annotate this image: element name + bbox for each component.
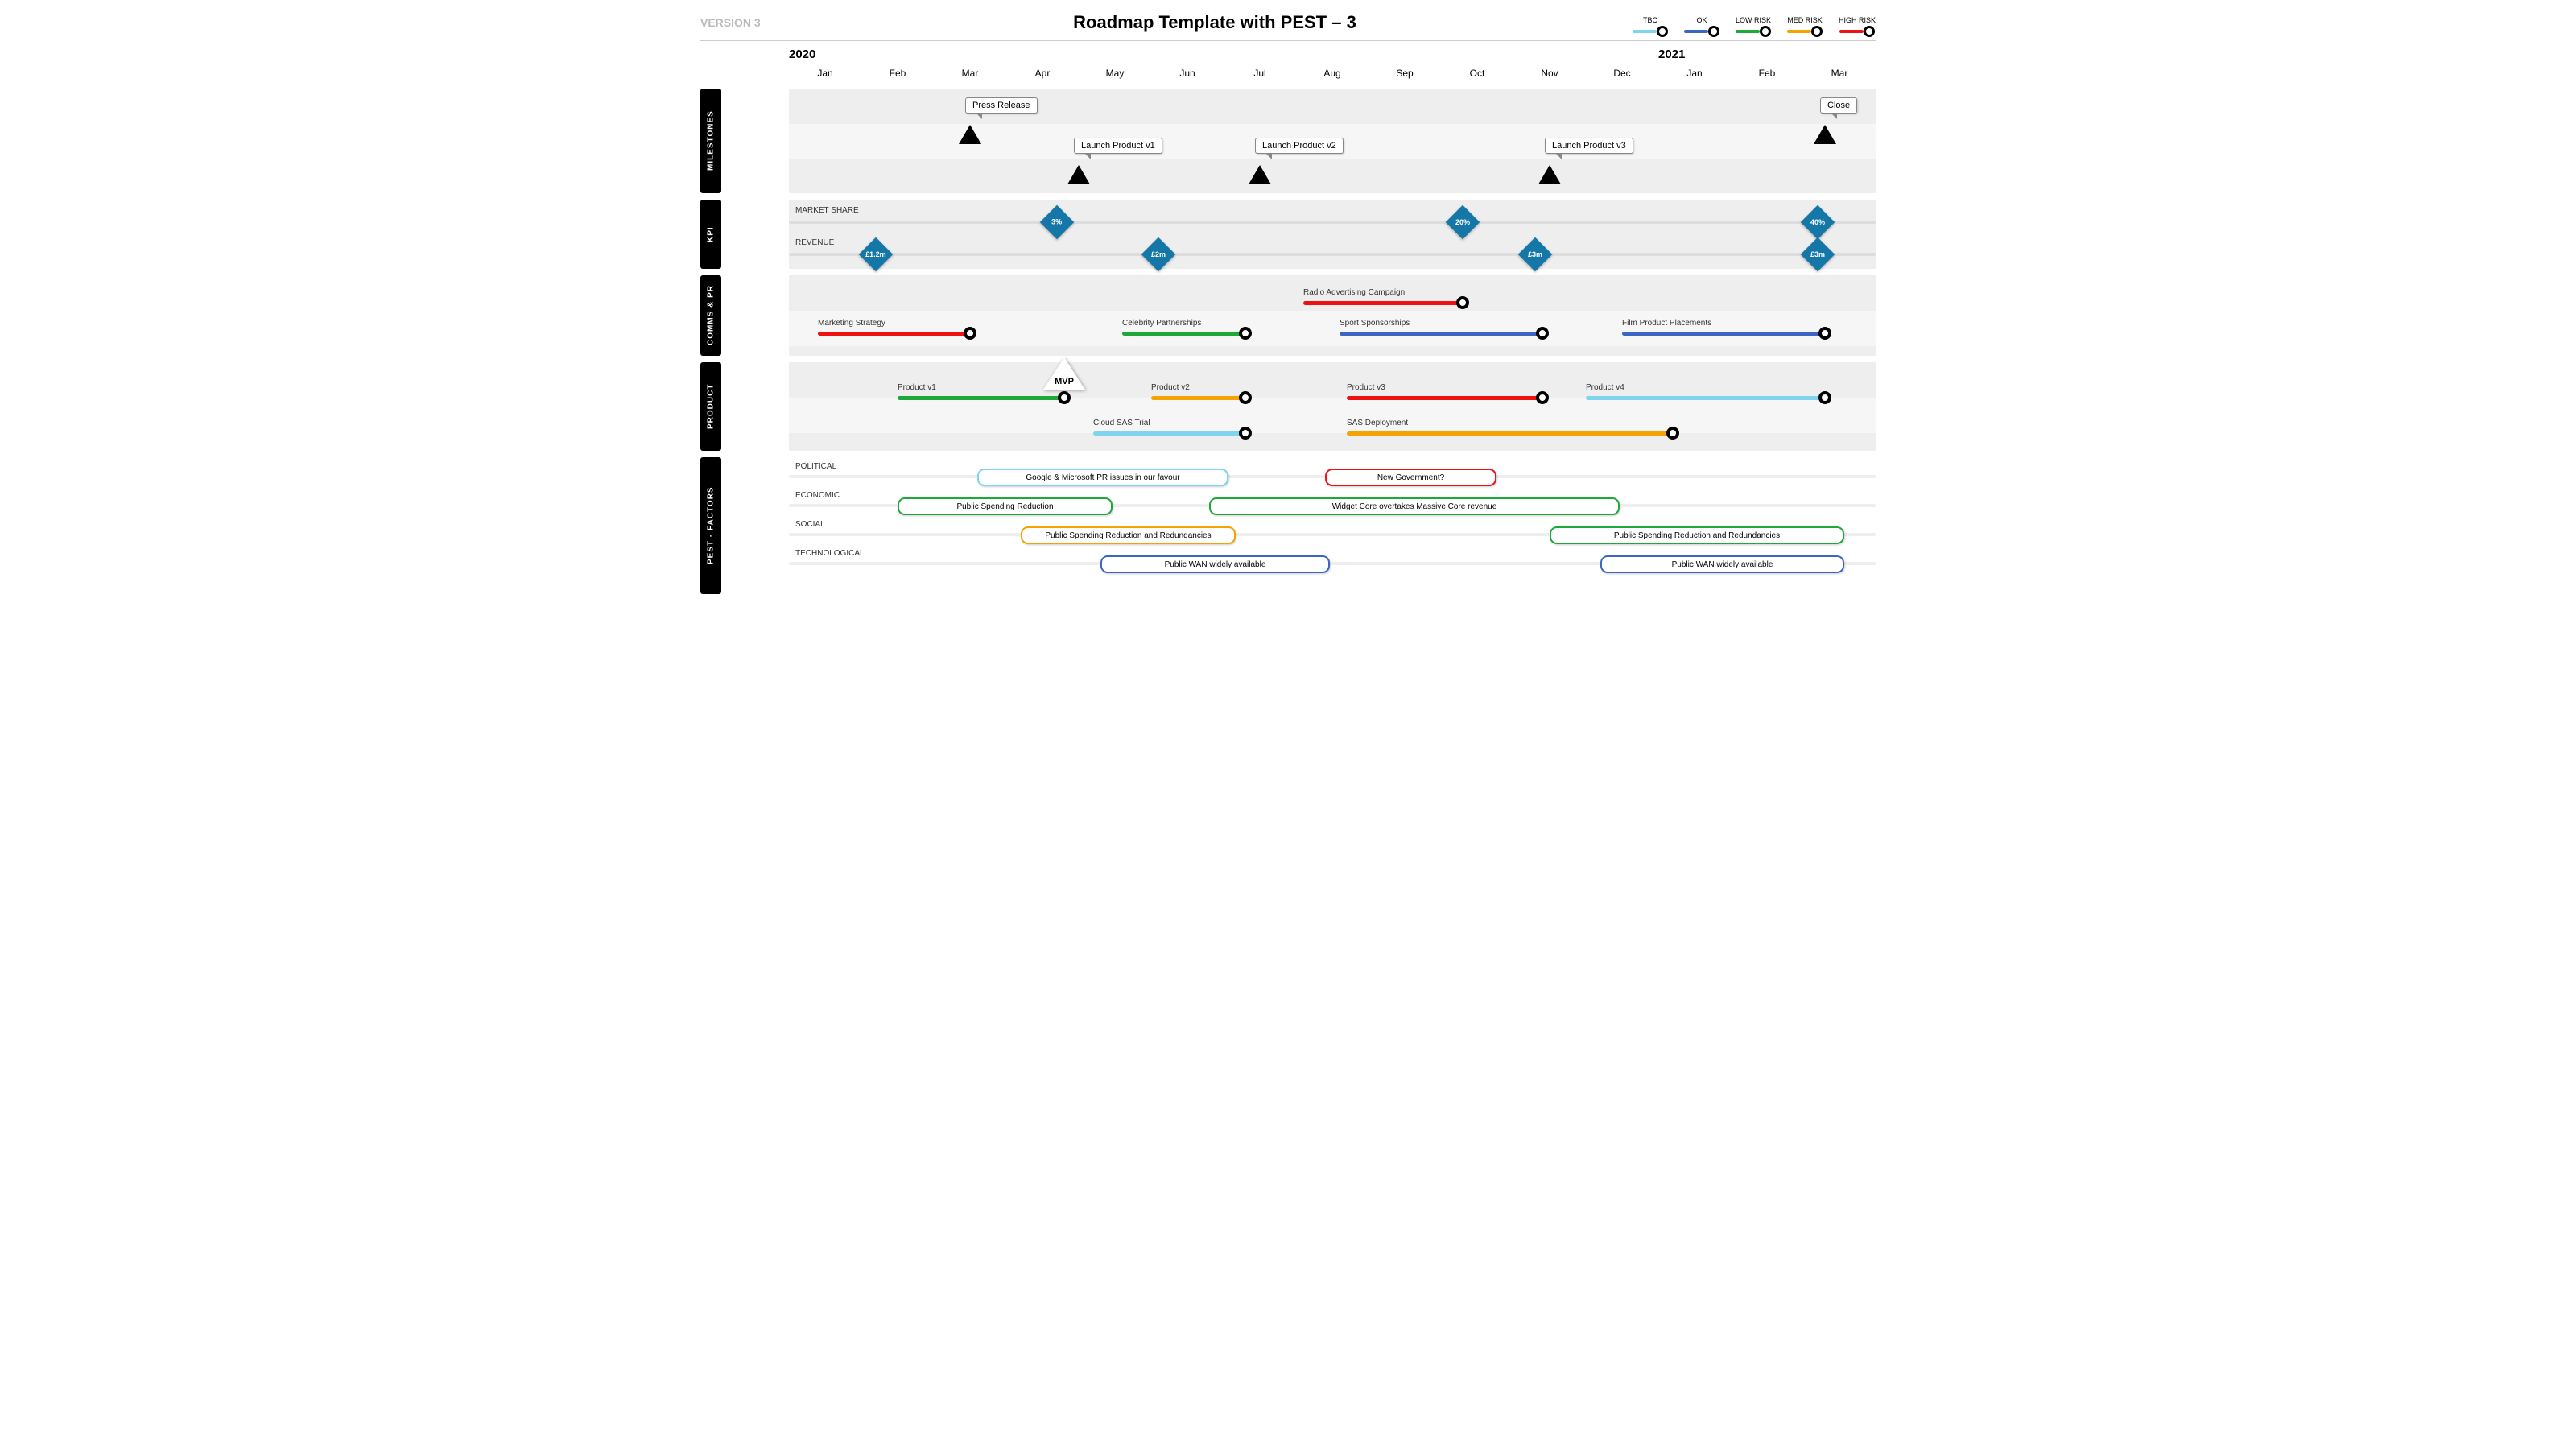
month-3: Apr [1006,64,1079,82]
comms-sport-label: Sport Sponsorships [1340,319,1410,328]
kpi-market-3: 3% [1040,205,1074,239]
milestone-v1-icon [1067,165,1090,184]
pest-widget: Widget Core overtakes Massive Core reven… [1209,497,1620,515]
legend-ok: OK [1684,8,1719,37]
kpi-row-revenue: REVENUE [795,238,834,247]
month-1: Feb [861,64,934,82]
lane-comms: COMMS & PR Marketing Strategy Celebrity P… [700,275,1876,356]
mvp-label: MVP [1055,377,1074,386]
product-p1 [898,396,1064,400]
year-row: 2020 2021 [789,49,1876,64]
month-4: May [1079,64,1151,82]
product-p3 [1347,396,1542,400]
pest-psrr1: Public Spending Reduction and Redundanci… [1021,526,1236,544]
pest-psrr2: Public Spending Reduction and Redundanci… [1550,526,1844,544]
comms-radio [1303,301,1463,305]
legend-high: HIGH RISK [1839,8,1876,37]
pest-row-economic: ECONOMIC [795,491,840,500]
pest-goog: Google & Microsoft PR issues in our favo… [977,469,1228,486]
pest-row-political: POLITICAL [795,462,836,471]
month-9: Oct [1441,64,1513,82]
lane-label-pest: PEST - FACTORS [700,457,721,594]
milestone-press-icon [959,125,981,144]
product-sasD [1347,431,1673,436]
product-sasD-label: SAS Deployment [1347,419,1408,427]
kpi-row-market: MARKET SHARE [795,206,859,215]
lane-label-product: PRODUCT [700,362,721,451]
comms-film-label: Film Product Placements [1622,319,1711,328]
month-11: Dec [1586,64,1658,82]
product-p1-label: Product v1 [898,383,936,392]
pest-wan2: Public WAN widely available [1600,555,1844,573]
kpi-rev-3b: £3m [1801,237,1835,271]
comms-celeb [1122,332,1245,336]
product-p3-label: Product v3 [1347,383,1385,392]
month-14: Mar [1803,64,1876,82]
month-13: Feb [1731,64,1803,82]
product-p4-label: Product v4 [1586,383,1624,392]
header: VERSION 3 Roadmap Template with PEST – 3… [700,8,1876,41]
comms-radio-label: Radio Advertising Campaign [1303,288,1405,297]
month-6: Jul [1224,64,1296,82]
month-8: Sep [1368,64,1441,82]
lane-kpi: KPI MARKET SHARE REVENUE 3% 20% 40% £1.2m £2… [700,200,1876,269]
milestone-press-label: Press Release [965,97,1038,114]
product-sasT-label: Cloud SAS Trial [1093,419,1150,427]
milestone-v2-label: Launch Product v2 [1255,138,1344,154]
pest-psr: Public Spending Reduction [898,497,1113,515]
product-p2-label: Product v2 [1151,383,1190,392]
roadmap-page: VERSION 3 Roadmap Template with PEST – 3… [684,0,1892,618]
pest-gov: New Government? [1325,469,1496,486]
legend-tbc: TBC [1633,8,1668,37]
kpi-rev-2: £2m [1141,237,1175,271]
risk-legend: TBC OK LOW RISK MED RISK HIGH RISK [1633,8,1876,37]
month-10: Nov [1513,64,1586,82]
lane-product: PRODUCT Product v1 Product v2 Product v3 Pr… [700,362,1876,451]
lane-label-kpi: KPI [700,200,721,269]
month-7: Aug [1296,64,1368,82]
lane-milestones: MILESTONES Press Release Launch Product v… [700,89,1876,193]
product-p4 [1586,396,1825,400]
lane-label-milestones: MILESTONES [700,89,721,193]
comms-mkt [818,332,970,336]
milestone-v1-label: Launch Product v1 [1074,138,1162,154]
version-label: VERSION 3 [700,16,797,29]
kpi-market-40: 40% [1801,205,1835,239]
product-sasT [1093,431,1245,436]
milestone-v3-label: Launch Product v3 [1545,138,1633,154]
legend-low: LOW RISK [1736,8,1771,37]
comms-celeb-label: Celebrity Partnerships [1122,319,1201,328]
product-p2 [1151,396,1245,400]
milestone-close-label: Close [1820,97,1857,114]
kpi-rev-3a: £3m [1518,237,1552,271]
lane-label-comms: COMMS & PR [700,275,721,356]
month-0: Jan [789,64,861,82]
comms-film [1622,332,1825,336]
page-title: Roadmap Template with PEST – 3 [797,12,1633,33]
month-row: JanFebMarAprMayJunJulAugSepOctNovDecJanF… [789,64,1876,82]
legend-med: MED RISK [1787,8,1823,37]
pest-row-social: SOCIAL [795,520,825,529]
comms-sport [1340,332,1542,336]
month-5: Jun [1151,64,1224,82]
roadmap-grid: 2020 2021 JanFebMarAprMayJunJulAugSepOct… [700,49,1876,594]
comms-mkt-label: Marketing Strategy [818,319,886,328]
pest-wan1: Public WAN widely available [1100,555,1330,573]
month-2: Mar [934,64,1006,82]
kpi-rev-1: £1.2m [859,237,893,271]
year-2021: 2021 [1658,47,1685,61]
pest-row-technological: TECHNOLOGICAL [795,549,865,558]
kpi-market-20: 20% [1446,205,1480,239]
milestone-v3-icon [1538,165,1561,184]
year-2020: 2020 [789,47,815,61]
lane-pest: PEST - FACTORS POLITICAL ECONOMIC SOCIAL… [700,457,1876,594]
month-12: Jan [1658,64,1731,82]
milestone-close-icon [1814,125,1836,144]
milestone-v2-icon [1249,165,1271,184]
